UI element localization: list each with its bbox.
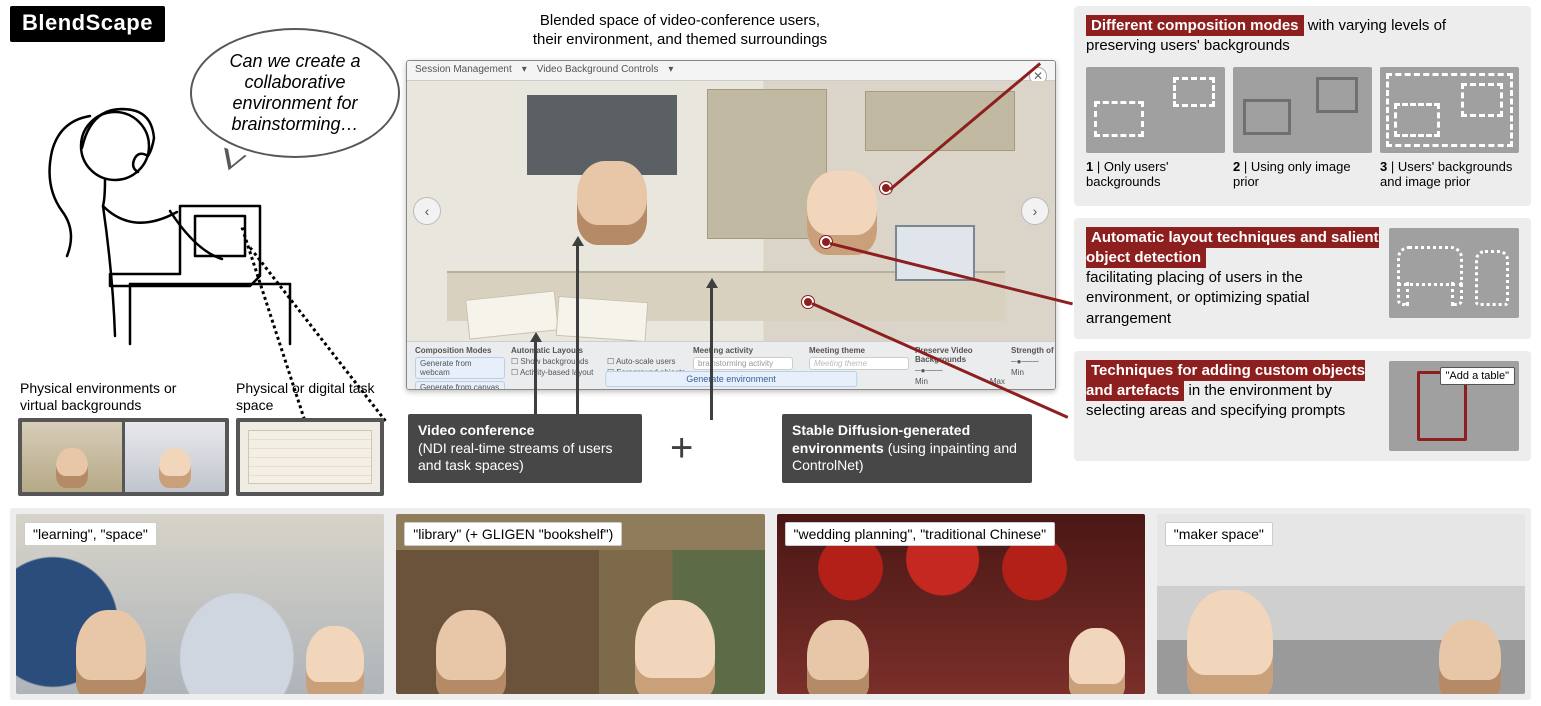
control-header: Composition Modes [415, 346, 505, 355]
leader-arrow [576, 244, 579, 420]
gen-from-canvas-button[interactable]: Generate from canvas [415, 381, 505, 389]
section-pill: Automatic layout techniques and salient … [1086, 227, 1379, 268]
darkbox-title: Video conference [418, 422, 534, 438]
examples-row: "learning", "space" "library" (+ GLIGEN … [10, 508, 1531, 700]
toolbar-tab[interactable]: Video Background Controls [537, 64, 659, 77]
slider[interactable]: ─●─── [1011, 357, 1055, 366]
next-chevron-icon[interactable]: › [1021, 197, 1049, 225]
meeting-activity-input[interactable]: brainstorming activity [693, 357, 793, 370]
checkbox-item[interactable]: ☐ Activity-based layout [511, 368, 601, 377]
darkbox-text: (NDI real-time streams of users and task… [418, 440, 612, 474]
control-header: Automatic Layouts [511, 346, 601, 355]
example-label: "wedding planning", "traditional Chinese… [785, 522, 1056, 546]
user-face-2 [807, 171, 877, 255]
custom-objects-box: Techniques for adding custom objects and… [1074, 351, 1531, 461]
sd-env-box: Stable Diffusion-generated environments … [782, 414, 1032, 483]
task-label: Physical or digital task space [236, 380, 386, 414]
leader-arrow [534, 340, 537, 420]
right-column: Different composition modes with varying… [1074, 6, 1531, 496]
left-panel: BlendScape Blended space of video-confer… [10, 6, 1062, 496]
video-panel-controls: Composition Modes Generate from webcam G… [407, 341, 1055, 389]
mode-card-2: 2 | Using only image prior [1233, 67, 1372, 190]
top-caption: Blended space of video-conference users,… [420, 12, 940, 50]
layout-detection-diagram [1389, 228, 1519, 318]
toolbar-tab[interactable]: Session Management [415, 64, 512, 77]
example-card: "library" (+ GLIGEN "bookshelf") [396, 514, 764, 694]
speech-bubble-text: Can we create a collaborative environmen… [208, 51, 382, 135]
control-header: Meeting theme [809, 346, 909, 355]
example-card: "learning", "space" [16, 514, 384, 694]
example-label: "maker space" [1165, 522, 1273, 546]
task-thumbnails [236, 418, 384, 496]
gen-from-webcam-button[interactable]: Generate from webcam [415, 357, 505, 379]
leader-arrow [710, 286, 713, 420]
example-label: "learning", "space" [24, 522, 157, 546]
add-object-diagram: "Add a table" [1389, 361, 1519, 451]
video-conf-box: Video conference (NDI real-time streams … [408, 414, 642, 483]
user-face-1 [577, 161, 647, 245]
section-pill: Different composition modes [1086, 15, 1304, 36]
video-panel: Session Management ▾ Video Background Co… [406, 60, 1056, 390]
title-chip: BlendScape [10, 6, 165, 42]
mode-card-1: 1 | Only users' backgrounds [1086, 67, 1225, 190]
plus-symbol: + [670, 426, 693, 471]
env-label: Physical environments or virtual backgro… [20, 380, 200, 414]
auto-layout-box: Automatic layout techniques and salient … [1074, 218, 1531, 339]
checkbox-item[interactable]: ☐ Show backgrounds [511, 357, 601, 366]
prev-chevron-icon[interactable]: ‹ [413, 197, 441, 225]
env-thumbnails [18, 418, 229, 496]
section-text: facilitating placing of users in the env… [1086, 269, 1309, 327]
add-object-label: "Add a table" [1440, 367, 1515, 385]
meeting-theme-input[interactable]: Meeting theme [809, 357, 909, 370]
generate-environment-button[interactable]: Generate environment [605, 371, 857, 387]
example-card: "wedding planning", "traditional Chinese… [777, 514, 1145, 694]
video-panel-toolbar: Session Management ▾ Video Background Co… [407, 61, 1055, 81]
example-card: "maker space" [1157, 514, 1525, 694]
checkbox-item[interactable]: ☐ Auto-scale users [607, 357, 687, 366]
generated-environment: ‹ › [407, 81, 1055, 341]
composition-modes-box: Different composition modes with varying… [1074, 6, 1531, 206]
control-header: Strength of Stylization [1011, 346, 1055, 355]
speech-bubble: Can we create a collaborative environmen… [190, 28, 400, 158]
example-label: "library" (+ GLIGEN "bookshelf") [404, 522, 622, 546]
mode-card-3: 3 | Users' backgrounds and image prior [1380, 67, 1519, 190]
